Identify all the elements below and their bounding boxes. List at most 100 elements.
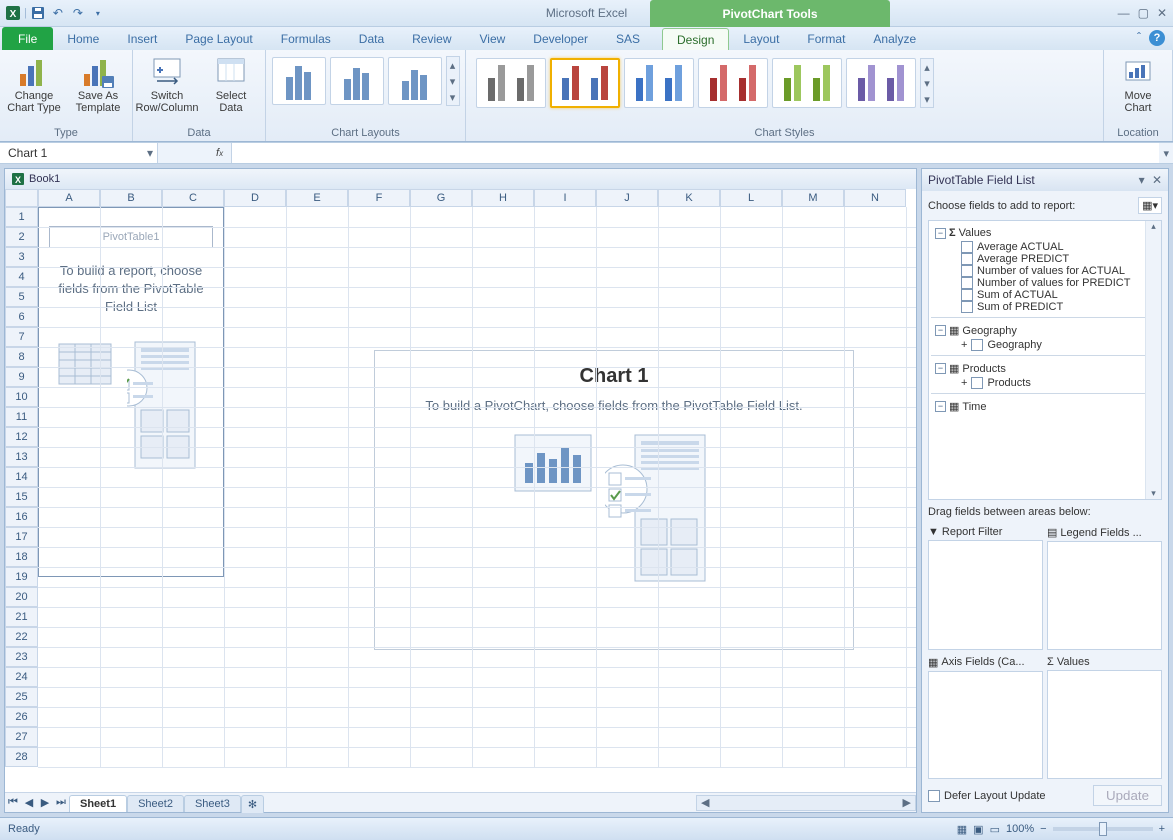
col-F[interactable]: F (348, 189, 410, 207)
row-2[interactable]: 2 (5, 227, 38, 247)
insert-sheet-tab[interactable]: ✻ (241, 795, 264, 813)
tab-review[interactable]: Review (398, 28, 465, 50)
col-C[interactable]: C (162, 189, 224, 207)
chart-style-5[interactable] (772, 58, 842, 108)
defer-layout-checkbox[interactable]: Defer Layout Update (928, 790, 1046, 802)
field-group-time[interactable]: − ▦ Time (931, 398, 1159, 415)
worksheet-grid[interactable]: A B C D E F G H I J K L M N 123456789101… (5, 189, 916, 792)
col-J[interactable]: J (596, 189, 658, 207)
sheet-nav-first-icon[interactable]: ⏮ (5, 796, 21, 809)
chart-layout-3[interactable] (388, 57, 442, 105)
collapse-icon[interactable]: − (935, 228, 946, 239)
minimize-icon[interactable]: — (1118, 6, 1130, 20)
row-25[interactable]: 25 (5, 687, 38, 707)
row-20[interactable]: 20 (5, 587, 38, 607)
chart-layout-1[interactable] (272, 57, 326, 105)
horizontal-scrollbar[interactable]: ◀▶ (696, 795, 916, 811)
view-page-break-icon[interactable]: ▭ (990, 823, 1000, 836)
cells[interactable]: PivotTable1 To build a report, choose fi… (38, 207, 916, 767)
sheet-tab-1[interactable]: Sheet1 (69, 795, 127, 812)
row-27[interactable]: 27 (5, 727, 38, 747)
row-15[interactable]: 15 (5, 487, 38, 507)
fx-icon[interactable]: fx (208, 147, 231, 159)
field-group-products[interactable]: − ▦ Products (931, 360, 1159, 377)
field-group-values[interactable]: − Σ Values (931, 225, 1159, 241)
row-18[interactable]: 18 (5, 547, 38, 567)
sheet-tab-2[interactable]: Sheet2 (127, 795, 184, 812)
row-16[interactable]: 16 (5, 507, 38, 527)
chart-layout-more[interactable]: ▴▾▾ (446, 56, 460, 106)
row-6[interactable]: 6 (5, 307, 38, 327)
tab-page-layout[interactable]: Page Layout (171, 28, 266, 50)
col-E[interactable]: E (286, 189, 348, 207)
tab-home[interactable]: Home (53, 28, 113, 50)
name-box[interactable]: Chart 1 ▾ (0, 143, 158, 163)
row-17[interactable]: 17 (5, 527, 38, 547)
view-normal-icon[interactable]: ▦ (957, 823, 967, 836)
zoom-slider[interactable] (1053, 827, 1153, 831)
view-page-layout-icon[interactable]: ▣ (973, 823, 983, 836)
checkbox[interactable] (961, 277, 973, 289)
tab-developer[interactable]: Developer (519, 28, 602, 50)
row-13[interactable]: 13 (5, 447, 38, 467)
area-report-filter[interactable]: ▼Report Filter (928, 524, 1043, 650)
chart-style-2-selected[interactable] (550, 58, 620, 108)
chart-style-more[interactable]: ▴▾▾ (920, 58, 934, 108)
row-28[interactable]: 28 (5, 747, 38, 767)
checkbox[interactable] (961, 265, 973, 277)
collapse-icon[interactable]: − (935, 363, 946, 374)
col-A[interactable]: A (38, 189, 100, 207)
tab-data[interactable]: Data (345, 28, 398, 50)
name-box-dropdown-icon[interactable]: ▾ (147, 146, 153, 160)
collapse-icon[interactable]: − (935, 325, 946, 336)
expand-icon[interactable]: + (961, 377, 967, 389)
col-H[interactable]: H (472, 189, 534, 207)
zoom-level[interactable]: 100% (1006, 823, 1034, 835)
row-3[interactable]: 3 (5, 247, 38, 267)
checkbox[interactable] (961, 241, 973, 253)
checkbox[interactable] (961, 301, 973, 313)
col-I[interactable]: I (534, 189, 596, 207)
tab-sas[interactable]: SAS (602, 28, 654, 50)
undo-icon[interactable]: ↶ (49, 4, 67, 22)
field-item[interactable]: Number of values for ACTUAL (931, 265, 1159, 277)
change-chart-type-button[interactable]: Change Chart Type (6, 52, 62, 114)
field-item[interactable]: +Geography (931, 339, 1159, 351)
chart-style-6[interactable] (846, 58, 916, 108)
row-10[interactable]: 10 (5, 387, 38, 407)
checkbox[interactable] (971, 377, 983, 389)
field-item[interactable]: +Products (931, 377, 1159, 389)
qat-customize-icon[interactable]: ▾ (89, 4, 107, 22)
field-item[interactable]: Number of values for PREDICT (931, 277, 1159, 289)
tab-formulas[interactable]: Formulas (267, 28, 345, 50)
move-chart-button[interactable]: Move Chart (1110, 52, 1166, 114)
area-values[interactable]: ΣValues (1047, 654, 1162, 780)
close-icon[interactable]: ✕ (1157, 6, 1167, 20)
ribbon-minimize-icon[interactable]: ˆ (1137, 30, 1141, 46)
col-M[interactable]: M (782, 189, 844, 207)
zoom-in-icon[interactable]: + (1159, 823, 1165, 835)
field-list-close-icon[interactable]: ✕ (1152, 173, 1162, 187)
area-legend-fields[interactable]: ▤Legend Fields ... (1047, 524, 1162, 650)
area-axis-fields[interactable]: ▦Axis Fields (Ca... (928, 654, 1043, 780)
row-23[interactable]: 23 (5, 647, 38, 667)
field-list-dropdown-icon[interactable]: ▾ (1139, 173, 1145, 187)
col-D[interactable]: D (224, 189, 286, 207)
field-list-scrollbar[interactable]: ▴▾ (1145, 221, 1161, 499)
field-group-geography[interactable]: − ▦ Geography (931, 322, 1159, 339)
tab-analyze[interactable]: Analyze (859, 28, 930, 50)
row-19[interactable]: 19 (5, 567, 38, 587)
col-L[interactable]: L (720, 189, 782, 207)
row-14[interactable]: 14 (5, 467, 38, 487)
row-12[interactable]: 12 (5, 427, 38, 447)
row-22[interactable]: 22 (5, 627, 38, 647)
collapse-icon[interactable]: − (935, 401, 946, 412)
tab-format[interactable]: Format (793, 28, 859, 50)
field-list[interactable]: − Σ Values Average ACTUAL Average PREDIC… (928, 220, 1162, 500)
chart-style-3[interactable] (624, 58, 694, 108)
field-item[interactable]: Sum of ACTUAL (931, 289, 1159, 301)
row-26[interactable]: 26 (5, 707, 38, 727)
redo-icon[interactable]: ↷ (69, 4, 87, 22)
chart-style-4[interactable] (698, 58, 768, 108)
field-item[interactable]: Average ACTUAL (931, 241, 1159, 253)
